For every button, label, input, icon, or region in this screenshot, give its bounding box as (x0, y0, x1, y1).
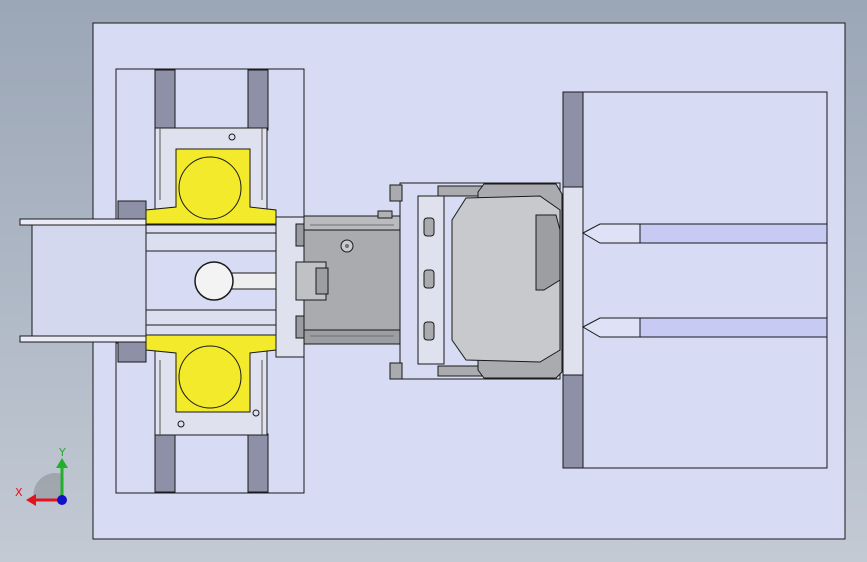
x-axis-label: X (15, 486, 23, 499)
finger-plate-bottom (562, 374, 584, 469)
roller-lower (178, 345, 242, 409)
guide-rail (247, 69, 269, 131)
gripper-body[interactable] (451, 183, 563, 379)
probe-ball (194, 261, 234, 301)
finger-plate-top (562, 91, 584, 188)
y-axis-label: Y (58, 446, 66, 459)
pneumatic-cylinder[interactable] (295, 210, 401, 345)
guide-rail (247, 433, 269, 493)
guide-rail (154, 69, 176, 131)
right-gripper-fingers[interactable] (562, 91, 828, 469)
guide-rail (154, 433, 176, 493)
jaw-plate-lower (145, 309, 277, 336)
cad-viewport[interactable]: Y X (0, 0, 867, 562)
channel-profile[interactable] (19, 218, 147, 343)
jaw-plate-upper (145, 224, 277, 252)
roller-upper (178, 156, 242, 220)
coordinate-triad-icon: Y X (15, 446, 68, 506)
